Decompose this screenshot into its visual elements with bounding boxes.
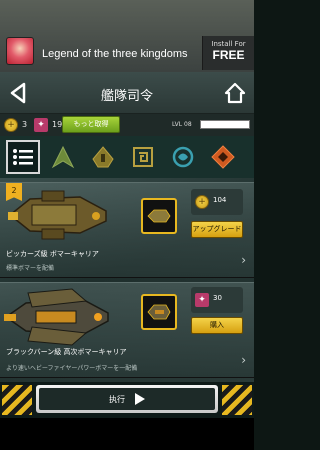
fighter-icon — [51, 145, 75, 169]
shield-icon — [172, 146, 194, 168]
ship-name-1: ビッカーズ級 ボマーキャリア — [6, 250, 99, 258]
ship-thumb-icon — [147, 304, 171, 320]
home-icon[interactable] — [224, 82, 246, 104]
medal-icon: ✦ — [195, 293, 209, 307]
price-box-2: ✦ 30 — [191, 287, 243, 313]
ship-desc-1: 標準ボマーを配備 — [6, 265, 55, 272]
hazard-stripe-right — [222, 385, 252, 415]
medal-count: 19 — [52, 120, 63, 129]
ship-list-panel: 2 + 104 アップグレード ビッカーズ級 ボマーキャリア 標準ボマーを配備 … — [0, 178, 254, 382]
category-tabs — [0, 136, 254, 178]
ad-title: Legend of the three kingdoms — [42, 48, 188, 60]
level-progress-bar — [200, 120, 250, 129]
tab-shield[interactable] — [166, 140, 200, 174]
ship-thumb-icon — [147, 209, 171, 223]
upgrade-button[interactable]: アップグレード — [191, 221, 243, 238]
ship-card-2[interactable]: ✦ 30 購入 ブラックバーン級 高次ボマーキャリア より速いヘビーファイヤーパ… — [0, 282, 254, 378]
execute-label: 执行 — [109, 394, 125, 404]
bomber-icon — [92, 146, 114, 168]
target-icon — [211, 145, 235, 169]
resource-bar: + 3 ✦ 19 もっと取得 LVL 08 — [0, 114, 254, 136]
chevron-right-icon[interactable]: › — [241, 353, 246, 367]
header: 艦隊司令 — [0, 72, 254, 114]
ship-price-2: 30 — [213, 294, 222, 302]
list-icon — [13, 149, 33, 165]
footer: 执行 — [0, 382, 254, 418]
ship-name-2: ブラックバーン級 高次ボマーキャリア — [6, 348, 127, 356]
ship-image-2 — [4, 288, 109, 346]
ad-app-icon — [6, 37, 34, 65]
coin-icon: + — [4, 118, 18, 132]
price-box-1: + 104 — [191, 189, 243, 215]
level-label: LVL 08 — [172, 121, 192, 128]
execute-button[interactable]: 执行 — [36, 385, 218, 413]
medal-icon: ✦ — [34, 118, 48, 132]
buy-button[interactable]: 購入 — [191, 317, 243, 334]
hazard-stripe-left — [2, 385, 32, 415]
get-more-button[interactable]: もっと取得 — [62, 116, 120, 133]
tab-fighter[interactable] — [46, 140, 80, 174]
ad-install-big: FREE — [212, 48, 245, 62]
tab-list[interactable] — [6, 140, 40, 174]
swirl-icon — [133, 147, 153, 167]
tab-swirl[interactable] — [126, 140, 160, 174]
page-title: 艦隊司令 — [100, 89, 153, 104]
tab-target[interactable] — [206, 140, 240, 174]
tab-bomber[interactable] — [86, 140, 120, 174]
ship-desc-2: より速いヘビーファイヤーパワーボマーを一配備 — [6, 365, 138, 372]
coin-icon: + — [195, 195, 209, 209]
ship-thumbnail-2 — [141, 294, 177, 330]
chevron-right-icon[interactable]: › — [241, 253, 246, 267]
system-nav-bar — [0, 418, 254, 450]
ship-card-1[interactable]: 2 + 104 アップグレード ビッカーズ級 ボマーキャリア 標準ボマーを配備 … — [0, 182, 254, 278]
ad-banner[interactable]: Legend of the three kingdoms Install For… — [0, 0, 254, 72]
ad-install-small: Install For — [211, 40, 246, 48]
ship-thumbnail-1 — [141, 198, 177, 234]
play-icon — [135, 393, 145, 405]
ad-install-button[interactable]: Install For FREE — [202, 36, 254, 70]
ship-price-1: 104 — [213, 196, 227, 204]
coin-count: 3 — [22, 120, 28, 129]
